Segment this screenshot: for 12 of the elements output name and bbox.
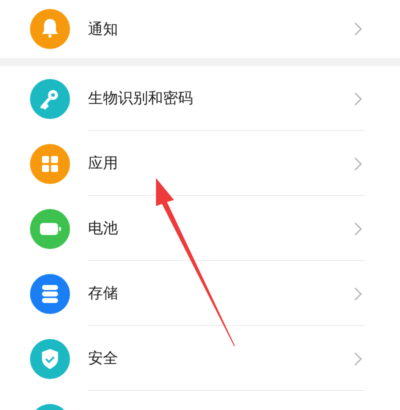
chevron-icon: [354, 92, 362, 106]
setting-label[interactable]: 通知: [88, 20, 354, 38]
chevron-icon: [354, 352, 362, 366]
chevron-icon: [354, 156, 362, 170]
setting-label[interactable]: 生物识别和密码: [88, 89, 354, 108]
chevron-icon: [354, 286, 362, 300]
setting-label[interactable]: 电池: [88, 219, 354, 238]
chevron-icon: [354, 22, 362, 36]
chevron-icon: [354, 222, 362, 236]
setting-label[interactable]: 存储: [88, 284, 354, 303]
setting-label[interactable]: 安全: [88, 349, 354, 368]
setting-label[interactable]: 应用: [88, 154, 354, 173]
